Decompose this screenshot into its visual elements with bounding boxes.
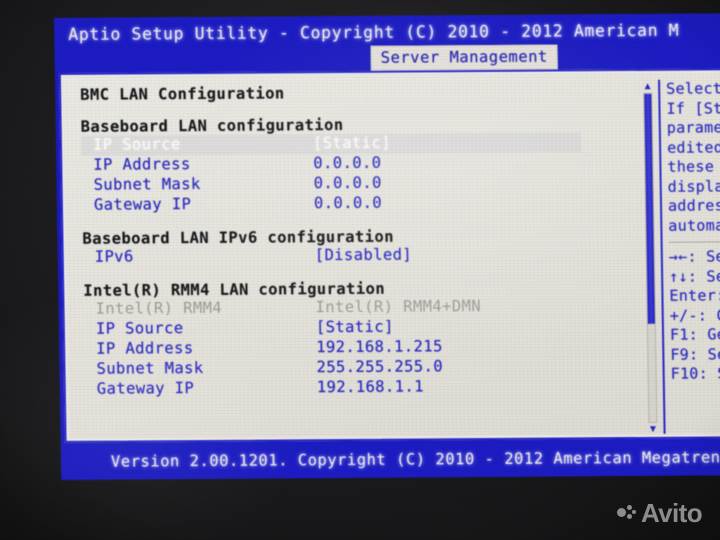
setting-value[interactable]: 0.0.0.0 [313,174,381,192]
help-key-line: Enter: Sele [669,286,720,305]
help-description-line: Select I [666,79,720,98]
help-divider [668,241,720,243]
help-panel: Select IIf [Statparameteedited. these fi… [658,79,720,438]
version-status-bar: Version 2.00.1201. Copyright (C) 2010 - … [60,440,720,480]
setting-label: IPv6 [94,247,134,266]
scrollbar-thumb[interactable] [644,93,655,324]
setting-value[interactable]: [Disabled] [315,245,413,264]
tab-server-management[interactable]: Server Management [370,44,559,71]
help-description-line: these fie [667,157,720,176]
bios-setup-screen: Aptio Setup Utility - Copyright (C) 2010… [54,13,720,480]
help-description-line: address i [667,196,720,215]
settings-scrollbar[interactable]: ▲ ▼ [641,81,660,435]
setting-label: IP Address [96,339,194,358]
avito-watermark: Avito [616,498,703,528]
avito-watermark-text: Avito [640,498,703,528]
screen-surface: Aptio Setup Utility - Copyright (C) 2010… [54,13,720,488]
help-description-line: automatica [668,215,720,235]
settings-panel-inner: BMC LAN Configuration Baseboard LAN confi… [63,73,720,438]
help-description-line: edited. [666,137,720,157]
help-description-line: paramete [666,118,720,137]
help-key-line: +/-: Change [669,305,720,325]
scrollbar-track[interactable] [643,92,658,423]
setting-label: Subnet Mask [96,358,204,378]
setting-label: IP Address [93,155,191,174]
setting-value[interactable]: 0.0.0.0 [313,154,381,172]
help-key-line: F10: Save E [670,364,720,383]
setting-row[interactable]: Gateway IP 0.0.0.0 [82,192,582,215]
setting-row[interactable]: Gateway IP 192.168.1.1 [85,376,585,399]
setting-value[interactable]: [Static] [313,134,391,153]
help-key-line: →←: Select [668,247,720,266]
setting-label: Gateway IP [96,379,195,398]
scroll-up-arrow-icon[interactable]: ▲ [642,81,653,92]
tab-strip: Server Management [54,43,720,72]
setting-value[interactable]: 192.168.1.1 [317,377,424,396]
settings-panel: BMC LAN Configuration Baseboard LAN confi… [58,68,720,443]
help-description-line: If [Stat [666,98,720,118]
scroll-down-arrow-icon[interactable]: ▼ [647,424,658,435]
setting-value[interactable]: 0.0.0.0 [314,194,382,212]
setting-label: IP Source [95,319,184,338]
monitor-photo: Aptio Setup Utility - Copyright (C) 2010… [0,0,720,540]
setting-value[interactable]: 192.168.1.215 [316,337,443,356]
help-key-line: F1: General [669,324,720,344]
avito-logo-icon [616,504,636,522]
setting-label: IP Source [92,135,181,154]
setting-row[interactable]: IPv6 [Disabled] [83,244,583,267]
setting-label: Subnet Mask [93,174,201,194]
setting-label: Intel(R) RMM4 [95,298,223,318]
setting-value[interactable]: 255.255.255.0 [316,357,443,376]
help-key-line: F9: Setup De [670,344,720,364]
setting-value: Intel(R) RMM4+DMN [315,297,482,317]
help-description-line: display-o [667,176,720,196]
settings-list: BMC LAN Configuration Baseboard LAN confi… [80,82,586,438]
help-key-line: ↑↓: Select [668,266,720,286]
setting-value[interactable]: [Static] [316,318,394,337]
setting-label: Gateway IP [93,195,192,214]
